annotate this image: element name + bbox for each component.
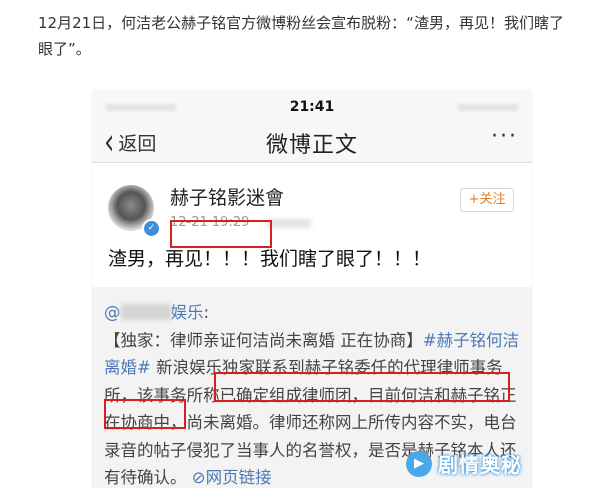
navbar: ‹ 返回 微博正文 ··· <box>92 120 532 163</box>
link-icon[interactable]: ⊘ <box>192 468 206 487</box>
post-text: 渣男，再见！！！我们瞎了眼了！！！ <box>108 248 432 270</box>
play-icon: ▶ <box>406 450 432 477</box>
timestamp-highlight-box <box>170 220 272 248</box>
watermark: ▶ 剧情奥秘 <box>406 449 522 478</box>
post-card: ✓ 赫子铭影迷會 12-21 19:29 +关注 渣男，再见！！！我们瞎了眼了！… <box>92 163 532 287</box>
verified-badge-icon: ✓ <box>142 219 161 238</box>
mention-suffix[interactable]: 娱乐 <box>171 303 204 322</box>
blurred-battery <box>458 104 518 111</box>
page-title: 微博正文 <box>265 133 358 158</box>
repost-colon: : <box>203 303 210 322</box>
highlight-box-line2 <box>104 399 186 429</box>
blurred-source <box>267 219 311 228</box>
username[interactable]: 赫子铭影迷會 <box>170 183 284 210</box>
more-icon[interactable]: ··· <box>491 124 518 149</box>
web-link[interactable]: 网页链接 <box>206 468 272 487</box>
watermark-text: 剧情奥秘 <box>438 453 522 477</box>
post-header: ✓ 赫子铭影迷會 12-21 19:29 +关注 <box>92 163 532 241</box>
article-caption: 12月21日，何洁老公赫子铭官方微博粉丝会宣布脱粉：“渣男，再见！我们瞎了眼了”… <box>38 14 564 58</box>
highlight-box-line1 <box>214 372 510 402</box>
status-bar: 21:41 <box>92 90 532 120</box>
repost-headline: 【独家：律师亲证何洁尚未离婚 正在协商】 <box>104 330 423 350</box>
weibo-screenshot: 21:41 ‹ 返回 微博正文 ··· ✓ 赫子铭影迷會 12-21 19:29… <box>92 90 532 488</box>
mention-prefix[interactable]: @ <box>104 303 121 322</box>
mention-mask <box>120 304 171 320</box>
follow-button[interactable]: +关注 <box>460 188 514 212</box>
